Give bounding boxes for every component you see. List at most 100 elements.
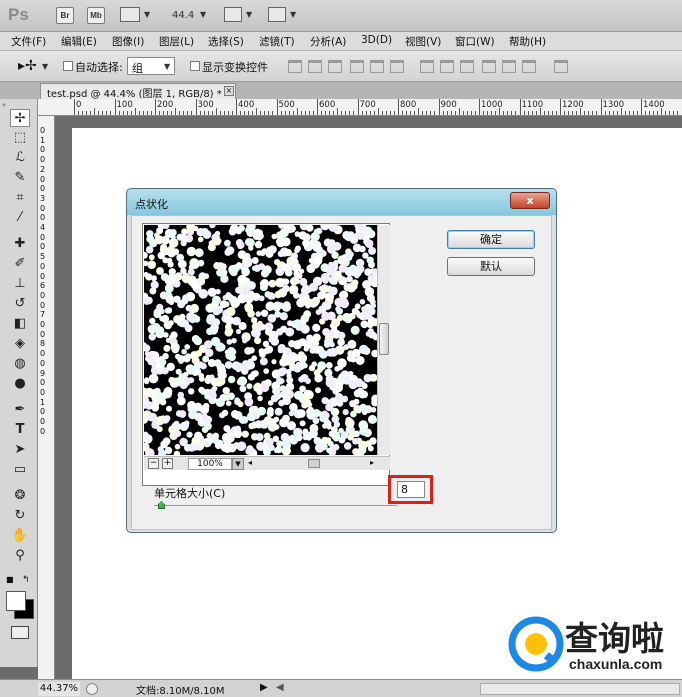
view-extras-icon[interactable]	[120, 7, 140, 22]
rectangle-tool-icon[interactable]: ▭	[10, 461, 30, 479]
filter-preview[interactable]: − + 100% ▼ ◂ ▸	[142, 223, 390, 486]
align-hcenter-icon[interactable]	[370, 60, 384, 73]
menu-file[interactable]: 文件(F)	[11, 34, 46, 49]
menu-window[interactable]: 窗口(W)	[455, 34, 495, 49]
hand-tool-icon[interactable]: ✋	[10, 527, 30, 545]
menu-layer[interactable]: 图层(L)	[159, 34, 194, 49]
distribute-left-icon[interactable]	[482, 60, 496, 73]
swap-colors-icon[interactable]: ↰	[22, 575, 30, 585]
menu-view[interactable]: 视图(V)	[405, 34, 441, 49]
document-size: 文档:8.10M/8.10M	[136, 686, 225, 697]
auto-select-dropdown[interactable]: 组 ▼	[127, 57, 175, 75]
3d-orbit-tool-icon[interactable]: ↻	[10, 507, 30, 525]
chevron-down-icon[interactable]: ▼	[144, 10, 150, 19]
show-transform-checkbox[interactable]	[190, 61, 200, 71]
default-colors-icon[interactable]: ■	[6, 575, 16, 585]
ok-button[interactable]: 确定	[447, 230, 535, 249]
cell-size-slider-thumb[interactable]	[157, 501, 165, 509]
menu-analysis[interactable]: 分析(A)	[310, 34, 346, 49]
scroll-left-arrow-icon[interactable]: ◂	[248, 458, 252, 467]
align-top-icon[interactable]	[288, 60, 302, 73]
ruler-label: 0	[40, 387, 46, 397]
chevron-down-icon[interactable]: ▼	[246, 10, 252, 19]
scroll-left-arrow-icon[interactable]: ◀	[276, 682, 284, 693]
document-tab[interactable]: test.psd @ 44.4% (图层 1, RGB/8) * ×	[40, 83, 236, 100]
zoom-level[interactable]: 44.4	[172, 10, 194, 21]
lasso-tool-icon[interactable]: ℒ	[10, 149, 30, 167]
preview-zoom-value[interactable]: 100%	[188, 458, 232, 470]
menu-edit[interactable]: 编辑(E)	[61, 34, 97, 49]
brush-tool-icon[interactable]: ✐	[10, 255, 30, 273]
ruler-label: 0	[40, 203, 46, 213]
ruler-tick	[236, 99, 237, 115]
distribute-vcenter-icon[interactable]	[440, 60, 454, 73]
zoom-tool-icon[interactable]: ⚲	[10, 547, 30, 565]
panel-collapse-icon[interactable]: »	[2, 101, 6, 109]
chevron-down-icon[interactable]: ▼	[232, 458, 244, 470]
chevron-down-icon[interactable]: ▼	[290, 10, 296, 19]
status-menu-arrow-icon[interactable]: ▶	[260, 682, 268, 693]
align-bottom-icon[interactable]	[328, 60, 342, 73]
blur-tool-icon[interactable]: ◍	[10, 355, 30, 373]
scroll-thumb[interactable]	[308, 459, 320, 468]
minibridge-button[interactable]: Mb	[87, 7, 105, 24]
dialog-titlebar[interactable]: 点状化 x	[127, 189, 556, 215]
ruler-tick	[466, 111, 468, 115]
distribute-bottom-icon[interactable]	[460, 60, 474, 73]
auto-select-checkbox[interactable]	[63, 61, 73, 71]
eyedropper-tool-icon[interactable]: ⁄	[10, 209, 30, 227]
distribute-top-icon[interactable]	[420, 60, 434, 73]
path-selection-tool-icon[interactable]: ➤	[10, 441, 30, 459]
close-button[interactable]: x	[510, 192, 550, 209]
foreground-color-swatch[interactable]	[6, 591, 26, 611]
application-bar: Ps Br Mb ▼ 44.4 ▼ ▼ ▼	[0, 0, 682, 32]
ruler-tick	[78, 111, 80, 115]
cell-size-slider-track[interactable]	[154, 505, 397, 506]
3d-rotate-tool-icon[interactable]: ❂	[10, 487, 30, 505]
default-button[interactable]: 默认	[447, 257, 535, 276]
move-tool-icon[interactable]: ✢	[10, 109, 30, 127]
menu-select[interactable]: 选择(S)	[208, 34, 244, 49]
dodge-tool-icon[interactable]: ●	[10, 375, 30, 393]
align-vcenter-icon[interactable]	[308, 60, 322, 73]
align-right-icon[interactable]	[390, 60, 404, 73]
horizontal-scrollbar[interactable]	[480, 683, 680, 695]
distribute-hcenter-icon[interactable]	[502, 60, 516, 73]
type-tool-icon[interactable]: T	[10, 421, 30, 439]
eraser-tool-icon[interactable]: ◧	[10, 315, 30, 333]
pen-tool-icon[interactable]: ✒	[10, 401, 30, 419]
quick-select-tool-icon[interactable]: ✎	[10, 169, 30, 187]
quick-mask-icon[interactable]	[11, 626, 29, 639]
arrange-documents-icon[interactable]	[224, 7, 242, 22]
ruler-tick	[187, 111, 189, 115]
close-icon[interactable]: ×	[224, 86, 234, 96]
scroll-right-arrow-icon[interactable]: ▸	[370, 458, 374, 467]
screen-mode-icon[interactable]	[268, 7, 286, 22]
move-tool-icon[interactable]: ▸✢	[18, 58, 37, 74]
ruler-tick	[325, 111, 327, 115]
bridge-button[interactable]: Br	[56, 7, 74, 24]
status-zoom[interactable]: 44.37%	[38, 682, 80, 696]
paint-bucket-tool-icon[interactable]: ◈	[10, 335, 30, 353]
scroll-thumb[interactable]	[379, 323, 389, 355]
preview-vertical-scrollbar[interactable]	[377, 225, 390, 455]
chevron-down-icon[interactable]: ▼	[42, 62, 48, 71]
menu-image[interactable]: 图像(I)	[112, 34, 144, 49]
clone-stamp-tool-icon[interactable]: ⊥	[10, 275, 30, 293]
history-brush-tool-icon[interactable]: ↺	[10, 295, 30, 313]
zoom-out-button[interactable]: −	[148, 458, 159, 469]
auto-align-icon[interactable]	[554, 60, 568, 73]
align-left-icon[interactable]	[350, 60, 364, 73]
healing-brush-tool-icon[interactable]: ✚	[10, 235, 30, 253]
menu-filter[interactable]: 滤镜(T)	[259, 34, 295, 49]
ruler-tick	[90, 111, 92, 115]
marquee-tool-icon[interactable]: ⬚	[10, 129, 30, 147]
menu-3d[interactable]: 3D(D)	[361, 34, 392, 46]
zoom-in-button[interactable]: +	[162, 458, 173, 469]
cell-size-input[interactable]: 8	[397, 481, 425, 498]
chevron-down-icon[interactable]: ▼	[200, 10, 206, 19]
crop-tool-icon[interactable]: ⌗	[10, 189, 30, 207]
ruler-tick	[406, 111, 408, 115]
distribute-right-icon[interactable]	[522, 60, 536, 73]
menu-help[interactable]: 帮助(H)	[509, 34, 546, 49]
